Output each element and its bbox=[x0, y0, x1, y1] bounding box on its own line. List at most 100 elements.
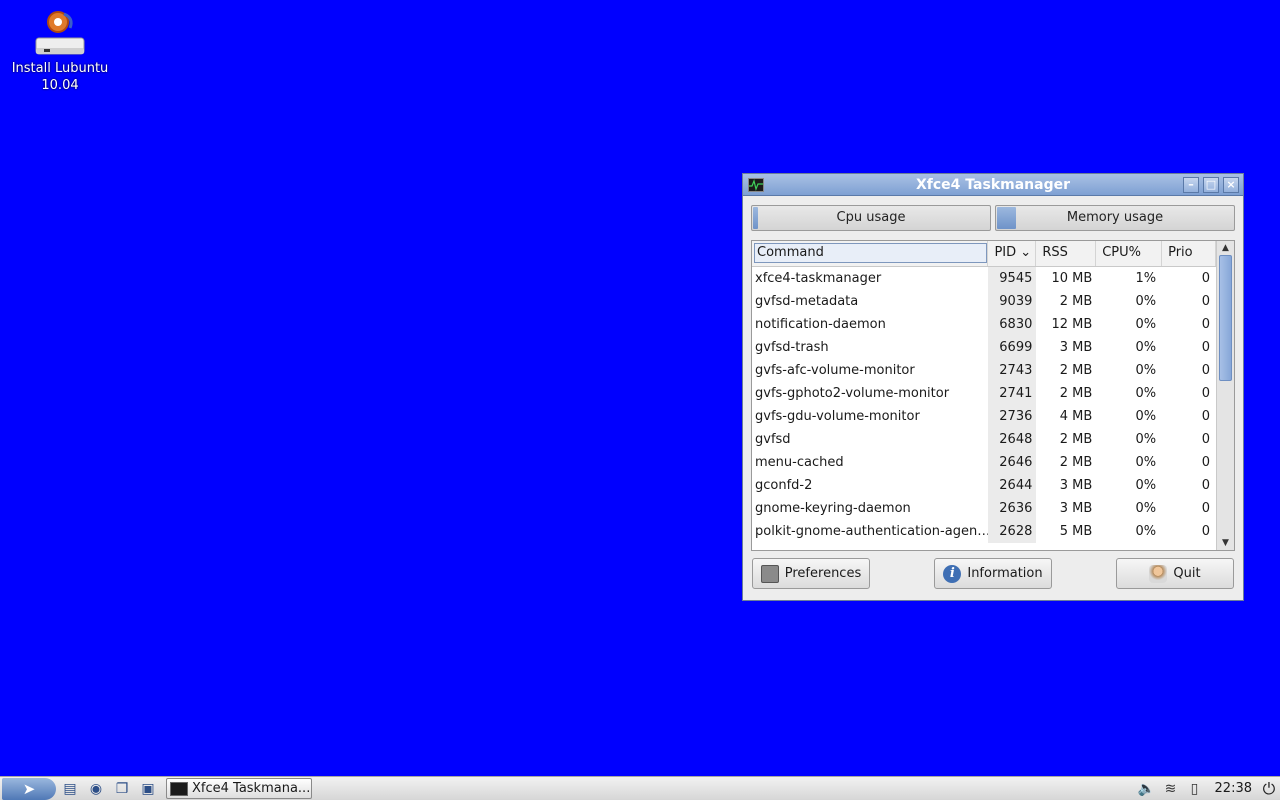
taskbar-task-label: Xfce4 Taskmana... bbox=[192, 781, 311, 796]
window-switcher-icon[interactable]: ❐ bbox=[110, 779, 134, 799]
power-icon[interactable]: ⏻ bbox=[1258, 779, 1280, 799]
information-label: Information bbox=[967, 566, 1043, 581]
wifi-icon[interactable]: ≋ bbox=[1159, 781, 1183, 797]
process-row[interactable]: gvfs-afc-volume-monitor 2743 2 MB 0% 0 bbox=[752, 359, 1216, 382]
process-cell-rss: 3 MB bbox=[1059, 478, 1093, 493]
information-button[interactable]: i Information bbox=[934, 558, 1052, 589]
process-cell-command: gnome-keyring-daemon bbox=[755, 501, 911, 516]
process-cell-rss: 5 MB bbox=[1059, 524, 1093, 539]
process-cell-prio: 0 bbox=[1201, 524, 1210, 539]
process-cell-cpu: 0% bbox=[1135, 432, 1157, 447]
clock[interactable]: 22:38 bbox=[1207, 781, 1258, 796]
process-cell-command: menu-cached bbox=[755, 455, 844, 470]
process-cell-prio: 0 bbox=[1201, 409, 1210, 424]
process-cell-cpu: 1% bbox=[1135, 271, 1157, 286]
process-row[interactable]: polkit-gnome-authentication-agen… 2628 5 M… bbox=[752, 520, 1216, 543]
column-header-prio[interactable]: Prio bbox=[1162, 241, 1216, 266]
process-cell-prio: 0 bbox=[1201, 340, 1210, 355]
process-cell-pid: 2644 bbox=[988, 474, 1037, 497]
process-row[interactable]: gvfs-gdu-volume-monitor 2736 4 MB 0% 0 bbox=[752, 405, 1216, 428]
preferences-icon bbox=[760, 564, 779, 583]
process-row[interactable]: gconfd-2 2644 3 MB 0% 0 bbox=[752, 474, 1216, 497]
taskbar: ➤ ▤ ◉ ❐ ▣ Xfce4 Taskmana... 🔈 ≋ ▯ 22:38 … bbox=[0, 776, 1280, 800]
process-row[interactable]: notification-daemon 6830 12 MB 0% 0 bbox=[752, 313, 1216, 336]
process-row[interactable]: xfce4-taskmanager 9545 10 MB 1% 0 bbox=[752, 267, 1216, 290]
process-cell-cpu: 0% bbox=[1135, 478, 1157, 493]
battery-icon[interactable]: ▯ bbox=[1183, 781, 1207, 797]
memory-usage-meter: Memory usage bbox=[995, 205, 1235, 231]
sort-chevron-down-icon: ⌄ bbox=[1020, 245, 1032, 260]
process-cell-cpu: 0% bbox=[1135, 294, 1157, 309]
quit-button[interactable]: Quit bbox=[1116, 558, 1234, 589]
process-cell-cpu: 0% bbox=[1135, 455, 1157, 470]
scroll-up-arrow-icon[interactable]: ▲ bbox=[1217, 241, 1234, 255]
preferences-label: Preferences bbox=[784, 566, 862, 581]
column-header-cpu[interactable]: CPU% bbox=[1096, 241, 1163, 266]
preferences-button[interactable]: Preferences bbox=[752, 558, 870, 589]
close-button[interactable]: × bbox=[1223, 177, 1239, 193]
process-cell-cpu: 0% bbox=[1135, 501, 1157, 516]
process-row[interactable]: gvfsd-trash 6699 3 MB 0% 0 bbox=[752, 336, 1216, 359]
process-cell-prio: 0 bbox=[1201, 455, 1210, 470]
process-cell-pid: 2741 bbox=[988, 382, 1037, 405]
process-cell-command: gvfsd-metadata bbox=[755, 294, 859, 309]
process-cell-command: gvfs-gphoto2-volume-monitor bbox=[755, 386, 950, 401]
drive-install-icon bbox=[32, 8, 88, 60]
start-menu-button[interactable]: ➤ bbox=[2, 777, 56, 800]
process-cell-rss: 3 MB bbox=[1059, 340, 1093, 355]
process-row[interactable]: gnome-keyring-daemon 2636 3 MB 0% 0 bbox=[752, 497, 1216, 520]
scrollbar-thumb[interactable] bbox=[1219, 255, 1232, 381]
process-cell-prio: 0 bbox=[1201, 317, 1210, 332]
quit-user-icon bbox=[1149, 564, 1168, 583]
quit-label: Quit bbox=[1173, 566, 1201, 581]
minimize-button[interactable]: – bbox=[1183, 177, 1199, 193]
process-cell-pid: 2646 bbox=[988, 451, 1037, 474]
volume-icon[interactable]: 🔈 bbox=[1135, 781, 1159, 797]
column-header-command[interactable]: Command bbox=[752, 241, 989, 266]
process-cell-prio: 0 bbox=[1201, 363, 1210, 378]
process-cell-rss: 2 MB bbox=[1059, 455, 1093, 470]
process-list-scrollbar[interactable]: ▲ ▼ bbox=[1216, 241, 1234, 550]
process-row[interactable]: gvfsd-metadata 9039 2 MB 0% 0 bbox=[752, 290, 1216, 313]
process-cell-command: gconfd-2 bbox=[755, 478, 813, 493]
window-titlebar[interactable]: Xfce4 Taskmanager – □ × bbox=[743, 174, 1243, 196]
system-tray: 🔈 ≋ ▯ 22:38 ⏻ bbox=[1135, 777, 1280, 800]
cpu-usage-meter: Cpu usage bbox=[751, 205, 991, 231]
window-title: Xfce4 Taskmanager bbox=[916, 177, 1070, 193]
process-cell-prio: 0 bbox=[1201, 501, 1210, 516]
process-row[interactable]: menu-cached 2646 2 MB 0% 0 bbox=[752, 451, 1216, 474]
scroll-down-arrow-icon[interactable]: ▼ bbox=[1217, 536, 1234, 550]
column-header-pid[interactable]: PID ⌄ bbox=[988, 241, 1037, 266]
maximize-button[interactable]: □ bbox=[1203, 177, 1219, 193]
process-cell-rss: 2 MB bbox=[1059, 386, 1093, 401]
web-browser-icon[interactable]: ◉ bbox=[84, 779, 108, 799]
process-cell-cpu: 0% bbox=[1135, 317, 1157, 332]
process-cell-pid: 6830 bbox=[988, 313, 1037, 336]
process-cell-pid: 9545 bbox=[988, 267, 1037, 290]
desktop-icon-label-line1: Install Lubuntu bbox=[11, 61, 109, 76]
taskmanager-window: Xfce4 Taskmanager – □ × Cpu usage Memory… bbox=[742, 173, 1244, 601]
process-cell-cpu: 0% bbox=[1135, 363, 1157, 378]
show-desktop-icon[interactable]: ▣ bbox=[136, 779, 160, 799]
process-cell-pid: 6699 bbox=[988, 336, 1037, 359]
process-cell-prio: 0 bbox=[1201, 432, 1210, 447]
process-cell-rss: 2 MB bbox=[1059, 432, 1093, 447]
process-cell-cpu: 0% bbox=[1135, 524, 1157, 539]
process-cell-pid: 2648 bbox=[988, 428, 1037, 451]
process-cell-prio: 0 bbox=[1201, 386, 1210, 401]
desktop-icon-install-lubuntu[interactable]: Install Lubuntu 10.04 bbox=[8, 8, 112, 94]
column-header-rss[interactable]: RSS bbox=[1036, 241, 1097, 266]
process-cell-pid: 2628 bbox=[988, 520, 1037, 543]
process-cell-command: polkit-gnome-authentication-agen… bbox=[755, 524, 989, 539]
process-cell-prio: 0 bbox=[1201, 294, 1210, 309]
info-icon: i bbox=[943, 564, 962, 583]
process-row[interactable]: gvfs-gphoto2-volume-monitor 2741 2 MB 0% 0 bbox=[752, 382, 1216, 405]
taskbar-task-taskmanager[interactable]: Xfce4 Taskmana... bbox=[166, 778, 312, 799]
cpu-usage-label: Cpu usage bbox=[836, 210, 906, 225]
process-cell-pid: 2736 bbox=[988, 405, 1037, 428]
taskmanager-task-icon bbox=[170, 781, 188, 796]
file-manager-icon[interactable]: ▤ bbox=[58, 779, 82, 799]
process-row[interactable]: gvfsd 2648 2 MB 0% 0 bbox=[752, 428, 1216, 451]
process-cell-command: gvfs-afc-volume-monitor bbox=[755, 363, 915, 378]
process-cell-command: gvfsd-trash bbox=[755, 340, 829, 355]
